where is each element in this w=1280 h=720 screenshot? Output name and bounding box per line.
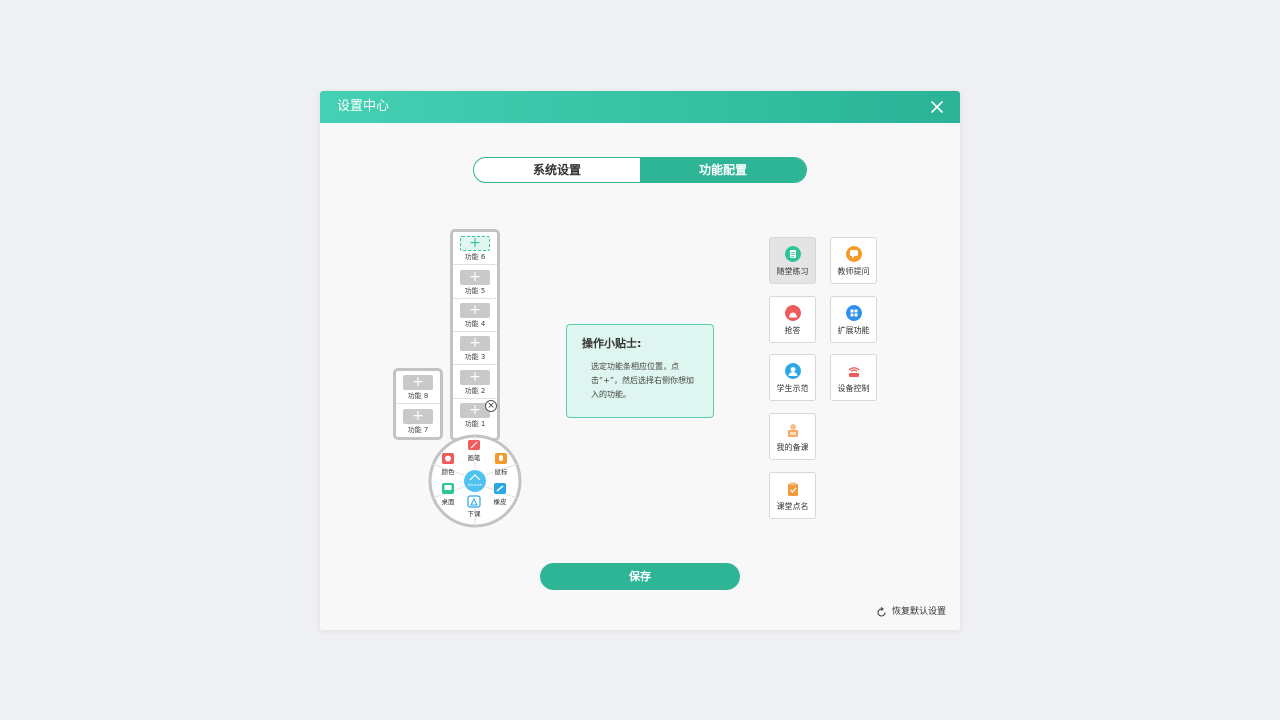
function-option-teacher-question[interactable]: 教师提问 <box>830 237 877 284</box>
function-option-buzzer[interactable]: 抢答 <box>769 296 816 343</box>
function-label: 随堂练习 <box>776 267 809 276</box>
toolbar-slot-8[interactable]: + 功能 8 <box>396 371 440 404</box>
dialog-title: 设置中心 <box>337 99 390 114</box>
restore-defaults-link[interactable]: 恢复默认设置 <box>876 605 946 619</box>
title-bar: 设置中心 <box>320 91 960 123</box>
function-label: 学生示范 <box>776 384 809 393</box>
toolbar-extra-column: + 功能 8 + 功能 7 <box>393 368 443 440</box>
function-wheel: 画笔 鼠标 橡皮 下课 桌面 颜色 EduLive <box>428 434 522 528</box>
function-option-exercise[interactable]: 随堂练习 <box>769 237 816 284</box>
function-option-student-demo[interactable]: 学生示范 <box>769 354 816 401</box>
add-slot-button[interactable]: + <box>460 336 490 351</box>
save-button[interactable]: 保存 <box>540 563 740 590</box>
apps-icon <box>846 305 862 321</box>
add-slot-button[interactable]: + <box>403 375 433 390</box>
function-option-roll-call[interactable]: 课堂点名 <box>769 472 816 519</box>
mouse-icon[interactable] <box>495 453 507 464</box>
toolbar-slot-3[interactable]: + 功能 3 <box>453 332 497 365</box>
color-icon[interactable] <box>442 453 454 464</box>
buzzer-icon <box>785 305 801 321</box>
wheel-label-desktop: 桌面 <box>442 497 456 506</box>
add-slot-button[interactable]: + <box>403 409 433 424</box>
wheel-label-color: 颜色 <box>442 467 456 476</box>
center-logo-icon[interactable]: EduLive <box>464 470 486 492</box>
toolbar-slot-5[interactable]: + 功能 5 <box>453 266 497 299</box>
add-slot-button[interactable]: + <box>460 236 490 251</box>
tip-title: 操作小贴士: <box>582 337 642 350</box>
function-option-extensions[interactable]: 扩展功能 <box>830 296 877 343</box>
toolbar-slot-2[interactable]: + 功能 2 <box>453 366 497 399</box>
wheel-label-mouse: 鼠标 <box>495 467 509 476</box>
add-slot-button[interactable]: + <box>460 303 490 318</box>
toolbar-slot-6[interactable]: + 功能 6 <box>453 232 497 265</box>
device-icon <box>848 367 860 377</box>
student-icon <box>785 363 801 379</box>
class-end-icon[interactable] <box>467 495 481 508</box>
function-label: 我的备课 <box>776 443 809 452</box>
slot-label: 功能 2 <box>464 387 486 395</box>
slot-label: 功能 3 <box>464 353 486 361</box>
function-label: 教师提问 <box>837 267 870 276</box>
function-label: 扩展功能 <box>837 326 870 335</box>
tab-switcher: 系统设置 功能配置 <box>473 157 807 183</box>
function-label: 课堂点名 <box>776 502 809 511</box>
desktop-icon[interactable] <box>442 483 454 494</box>
tip-box: 操作小贴士: 选定功能条相应位置，点击“+”，然后选择右侧你想加入的功能。 <box>566 324 714 418</box>
wheel-label-pen: 画笔 <box>468 453 482 462</box>
tab-system-settings[interactable]: 系统设置 <box>474 158 640 182</box>
exercise-icon <box>785 246 801 262</box>
tip-body: 选定功能条相应位置，点击“+”，然后选择右侧你想加入的功能。 <box>591 362 694 399</box>
wheel-label-eraser: 橡皮 <box>494 497 508 506</box>
slot-label: 功能 6 <box>464 253 486 261</box>
wheel-label-class-end: 下课 <box>468 509 482 518</box>
add-slot-button[interactable]: + <box>460 370 490 385</box>
center-logo-text: EduLive <box>468 483 482 487</box>
question-icon <box>846 246 862 262</box>
close-icon[interactable] <box>928 98 946 116</box>
slot-label: 功能 1 <box>464 420 486 428</box>
restore-icon <box>877 606 886 617</box>
remove-slot-icon[interactable]: × <box>485 400 497 412</box>
lesson-icon <box>788 424 798 437</box>
rollcall-icon <box>788 482 798 496</box>
restore-defaults-label: 恢复默认设置 <box>891 607 946 617</box>
pen-icon[interactable] <box>468 440 480 450</box>
slot-label: 功能 4 <box>464 320 486 328</box>
tab-function-config[interactable]: 功能配置 <box>640 158 806 182</box>
slot-label: 功能 5 <box>464 287 486 295</box>
slot-label: 功能 8 <box>407 392 429 400</box>
settings-dialog: 设置中心 系统设置 功能配置 + 功能 6 + 功能 5 + 功能 4 + 功能… <box>320 91 960 630</box>
eraser-icon[interactable] <box>494 483 506 494</box>
function-option-my-lessons[interactable]: 我的备课 <box>769 413 816 460</box>
function-label: 设备控制 <box>837 384 870 393</box>
toolbar-slot-4[interactable]: + 功能 4 <box>453 299 497 332</box>
add-slot-button[interactable]: + <box>460 270 490 285</box>
function-label: 抢答 <box>784 326 801 335</box>
function-option-device-control[interactable]: 设备控制 <box>830 354 877 401</box>
